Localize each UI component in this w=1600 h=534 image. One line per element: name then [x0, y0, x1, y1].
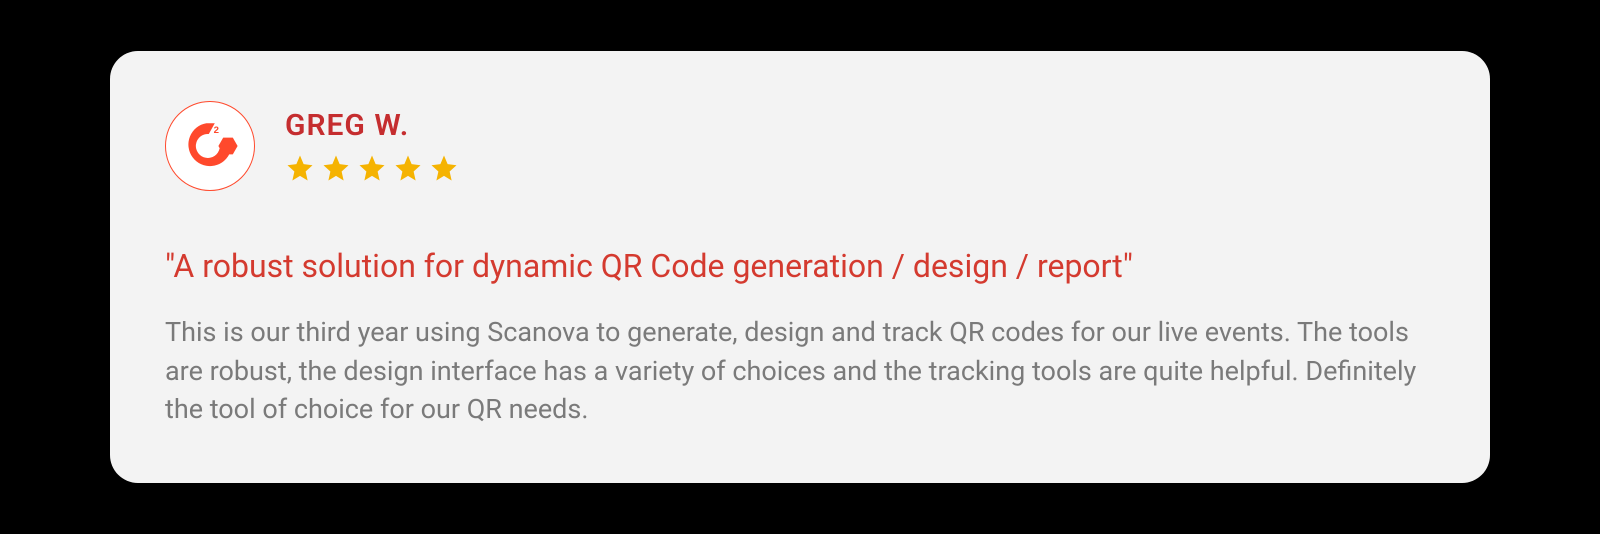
review-card: 2 GREG W. "A robust solution for dynamic…: [110, 51, 1490, 484]
star-icon: [285, 153, 315, 183]
review-headline: "A robust solution for dynamic QR Code g…: [165, 246, 1435, 288]
star-icon: [321, 153, 351, 183]
svg-text:2: 2: [214, 125, 219, 136]
g2-logo-icon: 2: [180, 116, 240, 176]
star-icon: [393, 153, 423, 183]
reviewer-name: GREG W.: [285, 108, 459, 143]
review-header: 2 GREG W.: [165, 101, 1435, 191]
star-icon: [357, 153, 387, 183]
g2-logo-badge: 2: [165, 101, 255, 191]
reviewer-meta: GREG W.: [285, 108, 459, 183]
star-icon: [429, 153, 459, 183]
review-body: This is our third year using Scanova to …: [165, 313, 1435, 428]
star-rating: [285, 153, 459, 183]
